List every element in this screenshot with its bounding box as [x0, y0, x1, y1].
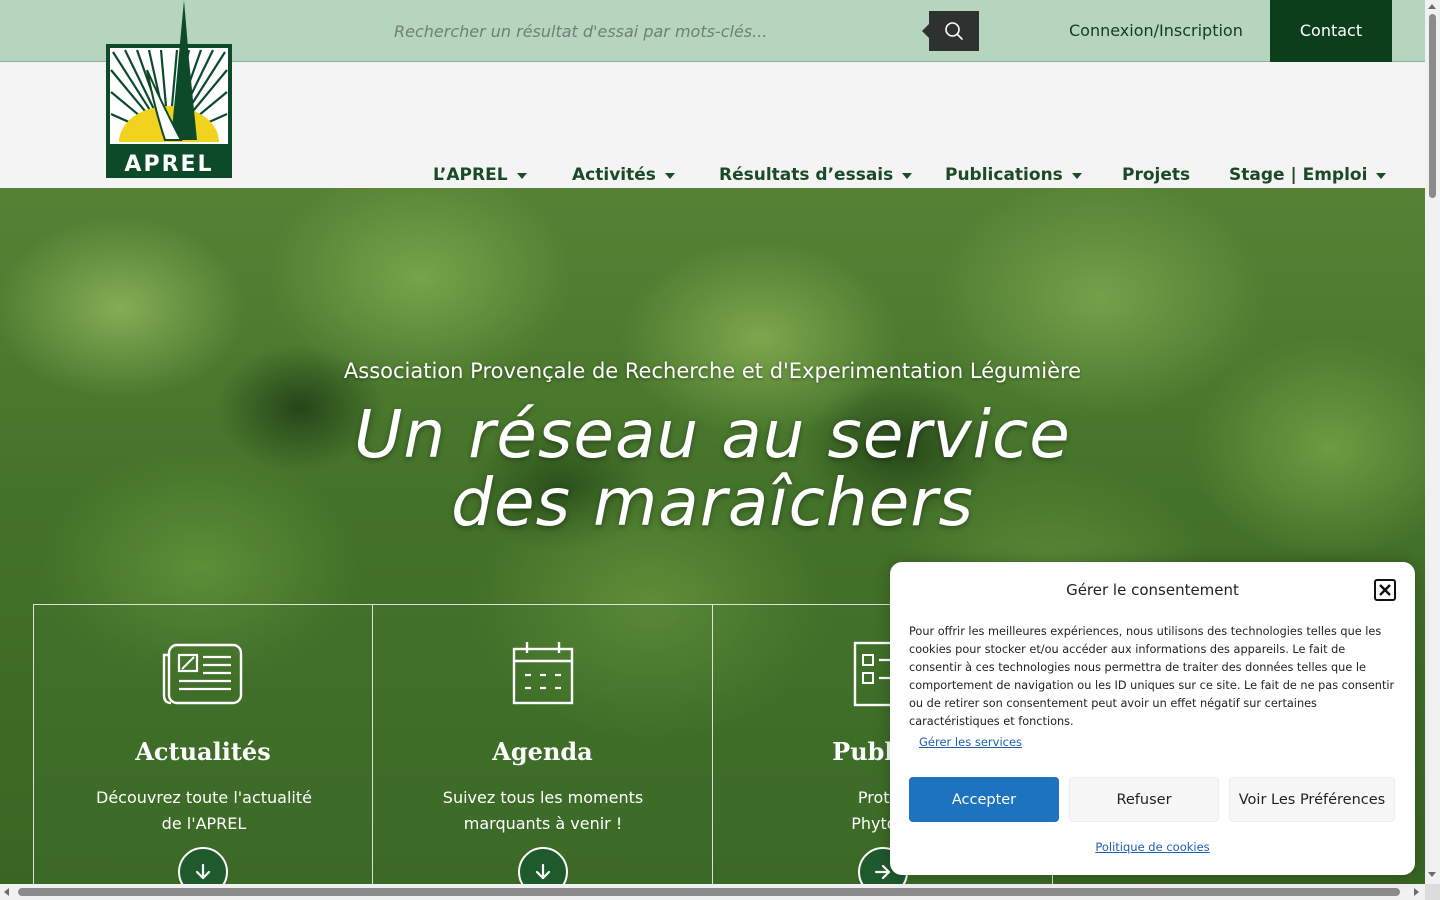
cookie-consent-dialog: Gérer le consentement Pour offrir les me… — [890, 562, 1415, 875]
card-description: Découvrez toute l'actualité de l'APREL — [84, 785, 324, 837]
arrow-right-icon — [874, 864, 890, 880]
view-preferences-button[interactable]: Voir Les Préférences — [1229, 777, 1395, 822]
hero-subtitle: Association Provençale de Recherche et d… — [343, 359, 1082, 383]
card-description-line: Suivez tous les moments — [442, 788, 644, 807]
nav-item-resultats[interactable]: Résultats d’essais — [719, 165, 913, 185]
nav-item-projets[interactable]: Projets — [1122, 165, 1190, 185]
hero-title: Un réseau au service des maraîchers — [0, 401, 1425, 537]
card-title: Agenda — [492, 737, 593, 766]
search-icon — [945, 22, 963, 40]
arrow-down-icon — [535, 863, 550, 880]
nav-item-aprel[interactable]: L’APREL — [433, 165, 527, 185]
caret-down-icon — [902, 172, 913, 179]
card-arrow-button[interactable] — [517, 847, 568, 888]
arrow-down-icon — [195, 863, 211, 880]
newspaper-icon — [162, 643, 243, 705]
accept-button[interactable]: Accepter — [909, 777, 1059, 822]
card-description-line: Découvrez toute l'actualité — [96, 788, 312, 807]
cookie-policy-link[interactable]: Politique de cookies — [890, 840, 1415, 854]
logo-text: APREL — [124, 152, 213, 177]
vertical-scrollbar-thumb[interactable] — [1429, 14, 1436, 198]
caret-down-icon — [516, 172, 527, 179]
caret-down-icon — [1071, 172, 1082, 179]
scroll-left-icon[interactable] — [4, 888, 9, 896]
nav-item-stage-emploi[interactable]: Stage | Emploi — [1229, 165, 1387, 185]
caret-down-icon — [1376, 172, 1387, 179]
search-button[interactable] — [922, 11, 979, 51]
card-actualites[interactable]: Actualités Découvrez toute l'actualité d… — [33, 604, 373, 888]
contact-button[interactable]: Contact — [1270, 0, 1392, 62]
close-icon — [1379, 584, 1391, 596]
card-arrow-button[interactable] — [178, 847, 228, 888]
card-description-line: de l'APREL — [161, 814, 247, 833]
card-agenda[interactable]: Agenda Suivez tous les moments marquants… — [373, 604, 713, 888]
nav-item-label: Stage | Emploi — [1229, 165, 1368, 185]
card-title: Actualités — [135, 737, 271, 766]
vertical-scrollbar[interactable] — [1425, 0, 1440, 888]
calendar-icon — [512, 642, 573, 705]
nav-item-label: Résultats d’essais — [719, 165, 894, 185]
caret-down-icon — [664, 172, 675, 179]
hero-title-line2: des maraîchers — [451, 464, 974, 541]
scroll-right-icon[interactable] — [1414, 888, 1419, 896]
scroll-down-icon[interactable] — [1428, 872, 1436, 877]
card-description-line: marquants à venir ! — [463, 814, 623, 833]
horizontal-scrollbar[interactable] — [0, 884, 1425, 900]
cookie-dialog-text: Pour offrir les meilleures expériences, … — [909, 625, 1395, 728]
nav-item-label: Projets — [1122, 165, 1191, 185]
nav-item-label: Publications — [945, 165, 1063, 185]
logo-icon: APREL — [106, 0, 232, 178]
refuse-button[interactable]: Refuser — [1069, 777, 1219, 822]
scrollbar-corner — [1425, 884, 1440, 900]
card-description: Suivez tous les moments marquants à veni… — [423, 785, 663, 837]
nav-item-label: Activités — [572, 165, 656, 185]
manage-services-link[interactable]: Gérer les services — [919, 735, 1022, 749]
login-register-link[interactable]: Connexion/Inscription — [1069, 21, 1243, 40]
close-button[interactable] — [1374, 579, 1396, 601]
scroll-up-icon[interactable] — [1428, 4, 1436, 9]
hero-title-line1: Un réseau au service — [354, 396, 1071, 473]
nav-item-label: L’APREL — [433, 165, 508, 185]
horizontal-scrollbar-thumb[interactable] — [18, 888, 1400, 896]
cookie-dialog-title: Gérer le consentement — [1066, 581, 1239, 599]
nav-item-publications[interactable]: Publications — [945, 165, 1082, 185]
aprel-logo[interactable]: APREL — [105, 0, 233, 180]
nav-item-activites[interactable]: Activités — [572, 165, 675, 185]
search-input[interactable] — [392, 11, 922, 51]
